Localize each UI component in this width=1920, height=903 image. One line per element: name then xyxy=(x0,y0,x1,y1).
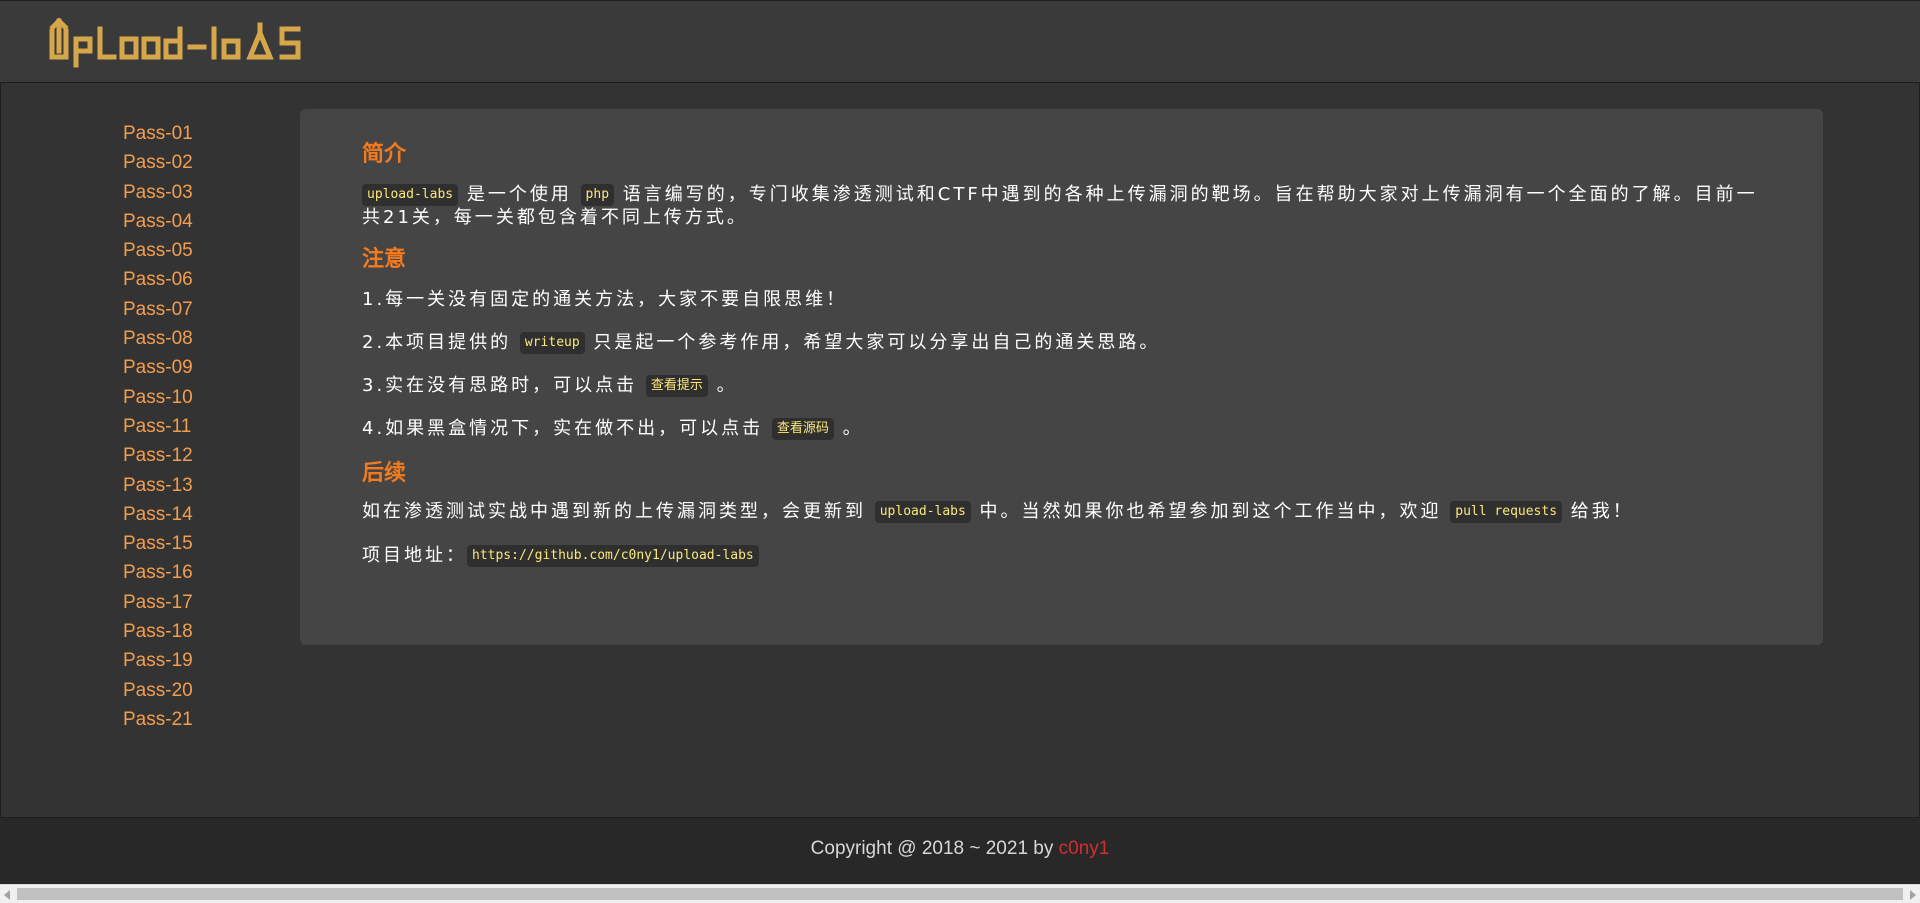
note-3-text-post: 。 xyxy=(707,375,738,396)
note-3: 3.实在没有思路时，可以点击 查看提示 。 xyxy=(362,372,1761,407)
sidebar-item-pass-01[interactable]: Pass-01 xyxy=(123,119,243,148)
project-url-link[interactable]: https://github.com/c0ny1/upload-labs xyxy=(467,545,759,567)
sidebar-item-pass-10[interactable]: Pass-10 xyxy=(123,383,243,412)
sidebar-item-pass-15[interactable]: Pass-15 xyxy=(123,529,243,558)
sidebar-item-pass-20[interactable]: Pass-20 xyxy=(123,676,243,705)
sidebar-item-pass-08[interactable]: Pass-08 xyxy=(123,324,243,353)
author-link[interactable]: c0ny1 xyxy=(1059,838,1110,859)
notes-heading: 注意 xyxy=(362,246,407,271)
content-panel: 简介 upload-labs 是一个使用 php 语言编写的，专门收集渗透测试和… xyxy=(300,109,1823,645)
upload-labs-code: upload-labs xyxy=(362,184,459,206)
sidebar-item-pass-06[interactable]: Pass-06 xyxy=(123,265,243,294)
note-4-text-post: 。 xyxy=(833,418,864,439)
sidebar-item-pass-02[interactable]: Pass-02 xyxy=(123,148,243,177)
show-source-button[interactable]: 查看源码 xyxy=(771,418,834,440)
scroll-right-arrow-icon[interactable] xyxy=(1910,890,1916,900)
sidebar-item-pass-04[interactable]: Pass-04 xyxy=(123,207,243,236)
note-4: 4.如果黑盒情况下，实在做不出，可以点击 查看源码 。 xyxy=(362,415,1761,450)
sidebar-item-pass-11[interactable]: Pass-11 xyxy=(123,412,243,441)
sidebar: Pass-01 Pass-02 Pass-03 Pass-04 Pass-05 … xyxy=(123,119,243,734)
pull-requests-code: pull requests xyxy=(1450,501,1563,523)
upload-labs-code-2: upload-labs xyxy=(874,501,971,523)
sidebar-item-pass-13[interactable]: Pass-13 xyxy=(123,471,243,500)
follow-text-post: 给我！ xyxy=(1562,501,1634,522)
sidebar-item-pass-05[interactable]: Pass-05 xyxy=(123,236,243,265)
note-2: 2.本项目提供的 writeup 只是起一个参考作用，希望大家可以分享出自己的通… xyxy=(362,329,1761,364)
sidebar-item-pass-14[interactable]: Pass-14 xyxy=(123,500,243,529)
sidebar-item-pass-09[interactable]: Pass-09 xyxy=(123,353,243,382)
main-area: Pass-01 Pass-02 Pass-03 Pass-04 Pass-05 … xyxy=(0,83,1920,818)
show-hint-button[interactable]: 查看提示 xyxy=(645,375,708,397)
note-1: 1.每一关没有固定的通关方法，大家不要自限思维！ xyxy=(362,289,848,310)
intro-paragraph: upload-labs 是一个使用 php 语言编写的，专门收集渗透测试和CTF… xyxy=(362,183,1761,229)
sidebar-item-pass-21[interactable]: Pass-21 xyxy=(123,705,243,734)
sidebar-item-pass-07[interactable]: Pass-07 xyxy=(123,295,243,324)
follow-paragraph: 如在渗透测试实战中遇到新的上传漏洞类型，会更新到 upload-labs 中。当… xyxy=(362,496,1761,536)
php-code: php xyxy=(580,184,615,206)
sidebar-item-pass-17[interactable]: Pass-17 xyxy=(123,588,243,617)
note-2-text-pre: 2.本项目提供的 xyxy=(362,332,520,353)
sidebar-item-pass-12[interactable]: Pass-12 xyxy=(123,441,243,470)
header xyxy=(0,0,1920,83)
writeup-code: writeup xyxy=(519,332,585,354)
sidebar-item-pass-19[interactable]: Pass-19 xyxy=(123,646,243,675)
horizontal-scrollbar[interactable] xyxy=(0,884,1920,903)
footer: Copyright @ 2018 ~ 2021 by c0ny1 xyxy=(0,818,1920,884)
upload-labs-logo[interactable] xyxy=(44,15,334,71)
sidebar-item-pass-16[interactable]: Pass-16 xyxy=(123,558,243,587)
note-3-text-pre: 3.实在没有思路时，可以点击 xyxy=(362,375,646,396)
note-4-text-pre: 4.如果黑盒情况下，实在做不出，可以点击 xyxy=(362,418,772,439)
intro-text-1: 是一个使用 xyxy=(458,184,581,205)
sidebar-item-pass-18[interactable]: Pass-18 xyxy=(123,617,243,646)
address-label: 项目地址： xyxy=(362,545,467,566)
follow-text-mid: 中。当然如果你也希望参加到这个工作当中，欢迎 xyxy=(970,501,1451,522)
scrollbar-thumb[interactable] xyxy=(17,888,1903,900)
follow-text-pre: 如在渗透测试实战中遇到新的上传漏洞类型，会更新到 xyxy=(362,501,875,522)
copyright-text: Copyright @ 2018 ~ 2021 by xyxy=(810,838,1059,859)
scroll-left-arrow-icon[interactable] xyxy=(4,890,10,900)
sidebar-item-pass-03[interactable]: Pass-03 xyxy=(123,178,243,207)
note-2-text-post: 只是起一个参考作用，希望大家可以分享出自己的通关思路。 xyxy=(584,332,1161,353)
follow-heading: 后续 xyxy=(362,460,407,485)
project-address: 项目地址： https://github.com/c0ny1/upload-lab… xyxy=(362,540,1761,580)
intro-heading: 简介 xyxy=(362,141,407,166)
